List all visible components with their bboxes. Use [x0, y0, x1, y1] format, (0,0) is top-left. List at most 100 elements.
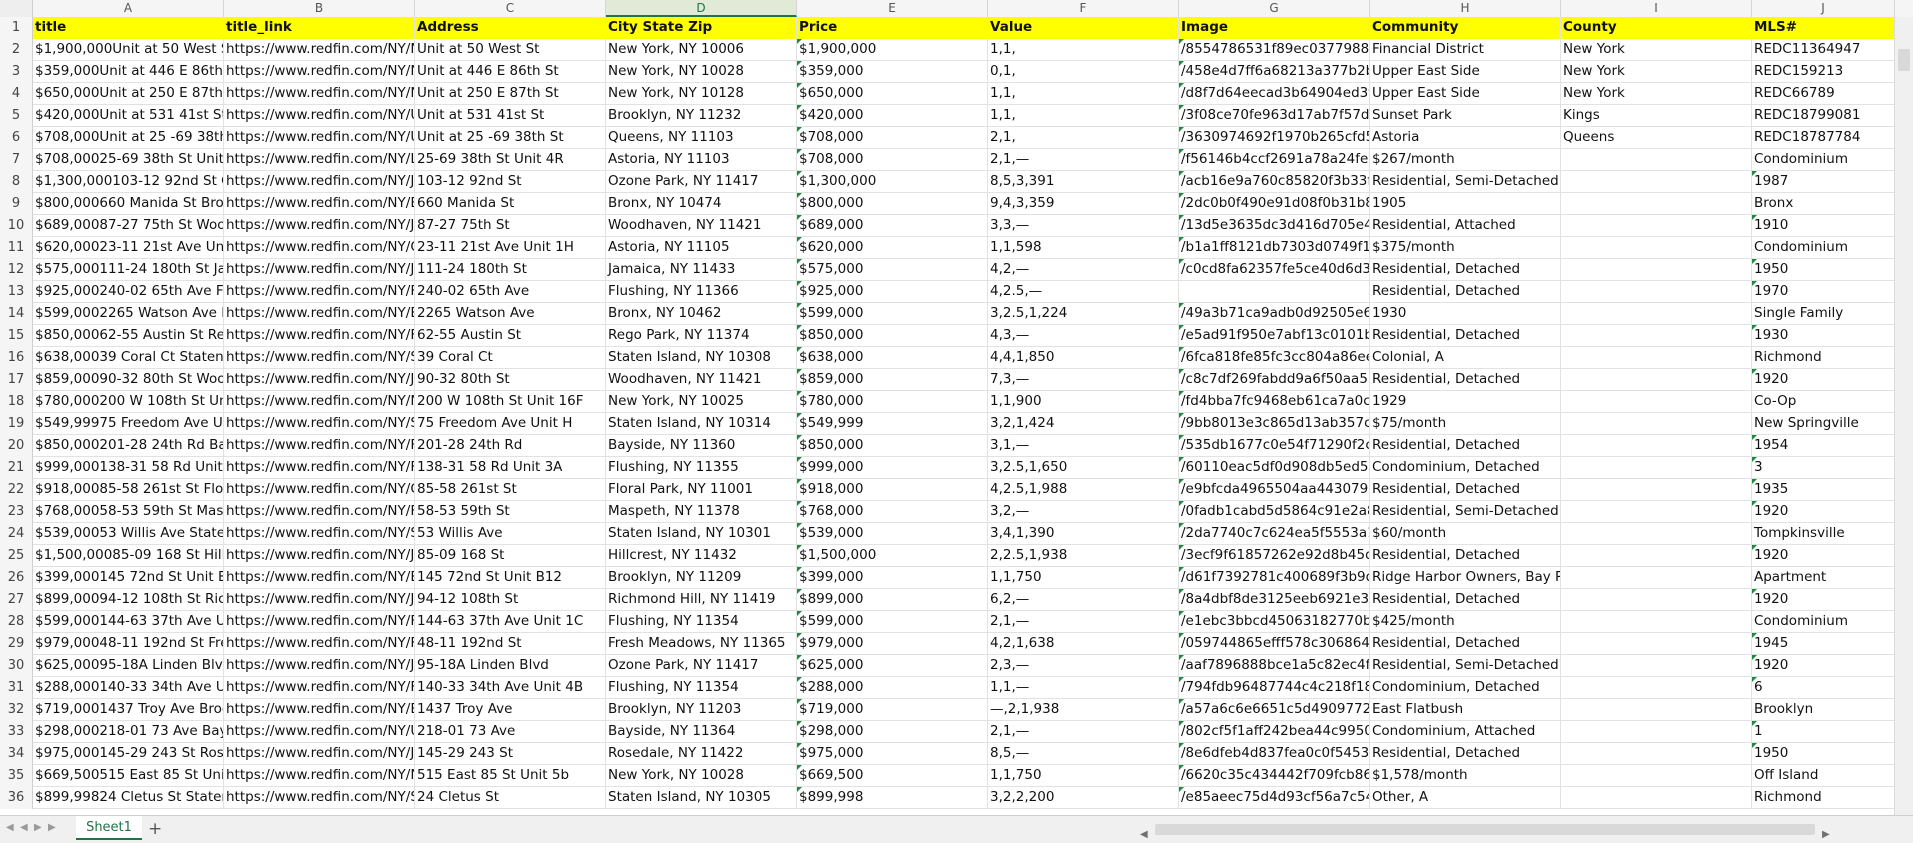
cell-e[interactable]: $620,000 — [797, 237, 988, 259]
cell-g[interactable]: /d8f7d64eecad3b64904ed3f1 — [1179, 83, 1370, 105]
cell-b[interactable]: https://www.redfin.com/NY/S — [224, 413, 415, 435]
cell-b[interactable]: https://www.redfin.com/NY/Ja — [224, 259, 415, 281]
cell-i[interactable] — [1561, 655, 1752, 677]
cell-b[interactable]: https://www.redfin.com/NY/B — [224, 567, 415, 589]
cell-e[interactable]: $899,000 — [797, 589, 988, 611]
cell-c[interactable]: 515 East 85 St Unit 5b — [415, 765, 606, 787]
cell-h[interactable]: Colonial, A — [1370, 347, 1561, 369]
cell-j[interactable]: Condominium — [1752, 237, 1895, 259]
cell-a[interactable]: $420,000Unit at 531 41st St B — [33, 105, 224, 127]
cell-c[interactable]: Unit at 531 41st St — [415, 105, 606, 127]
cell-c[interactable]: 23-11 21st Ave Unit 1H — [415, 237, 606, 259]
cell-g[interactable]: /8a4dbf8de3125eeb6921e38f — [1179, 589, 1370, 611]
cell-d[interactable]: Astoria, NY 11105 — [606, 237, 797, 259]
cell-i[interactable] — [1561, 589, 1752, 611]
cell-d[interactable]: Staten Island, NY 10305 — [606, 787, 797, 809]
cell-b[interactable]: https://www.redfin.com/NY/N — [224, 61, 415, 83]
cell-j[interactable]: REDC18799081 — [1752, 105, 1895, 127]
cell-c[interactable]: 62-55 Austin St — [415, 325, 606, 347]
cell-a[interactable]: $859,00090-32 80th St Wood — [33, 369, 224, 391]
cell-c[interactable]: 75 Freedom Ave Unit H — [415, 413, 606, 435]
cell-i[interactable]: New York — [1561, 83, 1752, 105]
cell-b[interactable]: https://www.redfin.com/NY/B — [224, 699, 415, 721]
cell-e[interactable]: $625,000 — [797, 655, 988, 677]
cell-i[interactable] — [1561, 457, 1752, 479]
cell-j[interactable]: Condominium — [1752, 611, 1895, 633]
cell-e[interactable]: $999,000 — [797, 457, 988, 479]
vertical-scroll-thumb[interactable] — [1898, 49, 1910, 71]
cell-j[interactable]: Single Family — [1752, 303, 1895, 325]
cell-d[interactable]: New York, NY 10028 — [606, 61, 797, 83]
cell-g[interactable]: /e9bfcda4965504aa44307924 — [1179, 479, 1370, 501]
sheet-tab[interactable]: Sheet1 — [76, 816, 142, 840]
column-header-e[interactable]: E — [797, 0, 988, 17]
cell-h[interactable]: 1905 — [1370, 193, 1561, 215]
cell-c[interactable]: 200 W 108th St Unit 16F — [415, 391, 606, 413]
cell-e[interactable]: $925,000 — [797, 281, 988, 303]
cell-c[interactable]: 87-27 75th St — [415, 215, 606, 237]
cell-g[interactable]: /535db1677c0e54f71290f2cc — [1179, 435, 1370, 457]
next-sheet-icon[interactable]: ▶ — [34, 822, 42, 833]
cell-a[interactable]: $669,500515 East 85 St Unit 5 — [33, 765, 224, 787]
cell-h[interactable]: Upper East Side — [1370, 83, 1561, 105]
cell-d[interactable]: Maspeth, NY 11378 — [606, 501, 797, 523]
cell-f[interactable]: 4,3,— — [988, 325, 1179, 347]
cell-b[interactable]: https://www.redfin.com/NY/Ja — [224, 171, 415, 193]
cell-i[interactable] — [1561, 501, 1752, 523]
cell-d[interactable]: Richmond Hill, NY 11419 — [606, 589, 797, 611]
cell-d[interactable]: Rego Park, NY 11374 — [606, 325, 797, 347]
cell-g[interactable]: /2dc0b0f490e91d08f0b31b85 — [1179, 193, 1370, 215]
row-number[interactable]: 8 — [0, 171, 33, 193]
cell-i[interactable] — [1561, 523, 1752, 545]
cell-b[interactable]: https://www.redfin.com/NY/N — [224, 391, 415, 413]
cell-g[interactable]: /8e6dfeb4d837fea0c0f5453d — [1179, 743, 1370, 765]
cell-b[interactable]: https://www.redfin.com/NY/U — [224, 127, 415, 149]
cell-c[interactable]: 145-29 243 St — [415, 743, 606, 765]
cell-a[interactable]: $918,00085-58 261st St Flora — [33, 479, 224, 501]
cell-d[interactable]: New York, NY 10025 — [606, 391, 797, 413]
cell-c[interactable]: 53 Willis Ave — [415, 523, 606, 545]
cell-a[interactable]: $1,300,000103-12 92nd St O — [33, 171, 224, 193]
cell-a[interactable]: $399,000145 72nd St Unit B1 — [33, 567, 224, 589]
row-number[interactable]: 7 — [0, 149, 33, 171]
column-header-a[interactable]: A — [33, 0, 224, 17]
cell-c[interactable]: 145 72nd St Unit B12 — [415, 567, 606, 589]
cell-f[interactable]: 1,1, — [988, 83, 1179, 105]
cell-e[interactable]: $708,000 — [797, 127, 988, 149]
cell-f[interactable]: 4,4,1,850 — [988, 347, 1179, 369]
cell-j[interactable]: 1954 — [1752, 435, 1895, 457]
cell-b[interactable]: https://www.redfin.com/NY/B — [224, 303, 415, 325]
cell-i[interactable] — [1561, 699, 1752, 721]
cell-c[interactable]: 140-33 34th Ave Unit 4B — [415, 677, 606, 699]
cell-c[interactable]: 58-53 59th St — [415, 501, 606, 523]
cell-a[interactable]: $999,000138-31 58 Rd Unit 3 — [33, 457, 224, 479]
cell-b[interactable]: https://www.redfin.com/NY/F — [224, 457, 415, 479]
row-number[interactable]: 14 — [0, 303, 33, 325]
cell-h[interactable]: East Flatbush — [1370, 699, 1561, 721]
cell-f[interactable]: 1,1,750 — [988, 765, 1179, 787]
cell-g[interactable]: /aaf7896888bce1a5c82ec4fdf — [1179, 655, 1370, 677]
cell-b[interactable]: https://www.redfin.com/NY/Ja — [224, 545, 415, 567]
row-number[interactable]: 3 — [0, 61, 33, 83]
cell-d[interactable]: Woodhaven, NY 11421 — [606, 215, 797, 237]
cell-a[interactable]: $708,000Unit at 25 -69 38th St — [33, 127, 224, 149]
cell-b[interactable]: https://www.redfin.com/NY/N — [224, 83, 415, 105]
cell-g[interactable]: /6fca818fe85fc3cc804a86ee9 — [1179, 347, 1370, 369]
row-number[interactable]: 1 — [0, 17, 33, 39]
cell-d[interactable]: Brooklyn, NY 11209 — [606, 567, 797, 589]
cell-a[interactable]: $800,000660 Manida St Bronx — [33, 193, 224, 215]
cell-a[interactable]: title — [33, 17, 224, 39]
cell-h[interactable]: Condominium, Detached — [1370, 457, 1561, 479]
cell-d[interactable]: New York, NY 10128 — [606, 83, 797, 105]
row-number[interactable]: 12 — [0, 259, 33, 281]
cell-a[interactable]: $625,00095-18A Linden Blvd — [33, 655, 224, 677]
cell-a[interactable]: $599,0002265 Watson Ave Br — [33, 303, 224, 325]
cell-g[interactable]: /059744865efff578c306864d — [1179, 633, 1370, 655]
cell-g[interactable]: /e1ebc3bbcd45063182770bb — [1179, 611, 1370, 633]
cell-a[interactable]: $1,500,00085-09 168 St Hillc — [33, 545, 224, 567]
cell-e[interactable]: $850,000 — [797, 435, 988, 457]
cell-j[interactable]: 1950 — [1752, 259, 1895, 281]
cell-h[interactable]: $60/month — [1370, 523, 1561, 545]
cell-g[interactable]: /d61f7392781c400689f3b9df — [1179, 567, 1370, 589]
cell-d[interactable]: Staten Island, NY 10308 — [606, 347, 797, 369]
